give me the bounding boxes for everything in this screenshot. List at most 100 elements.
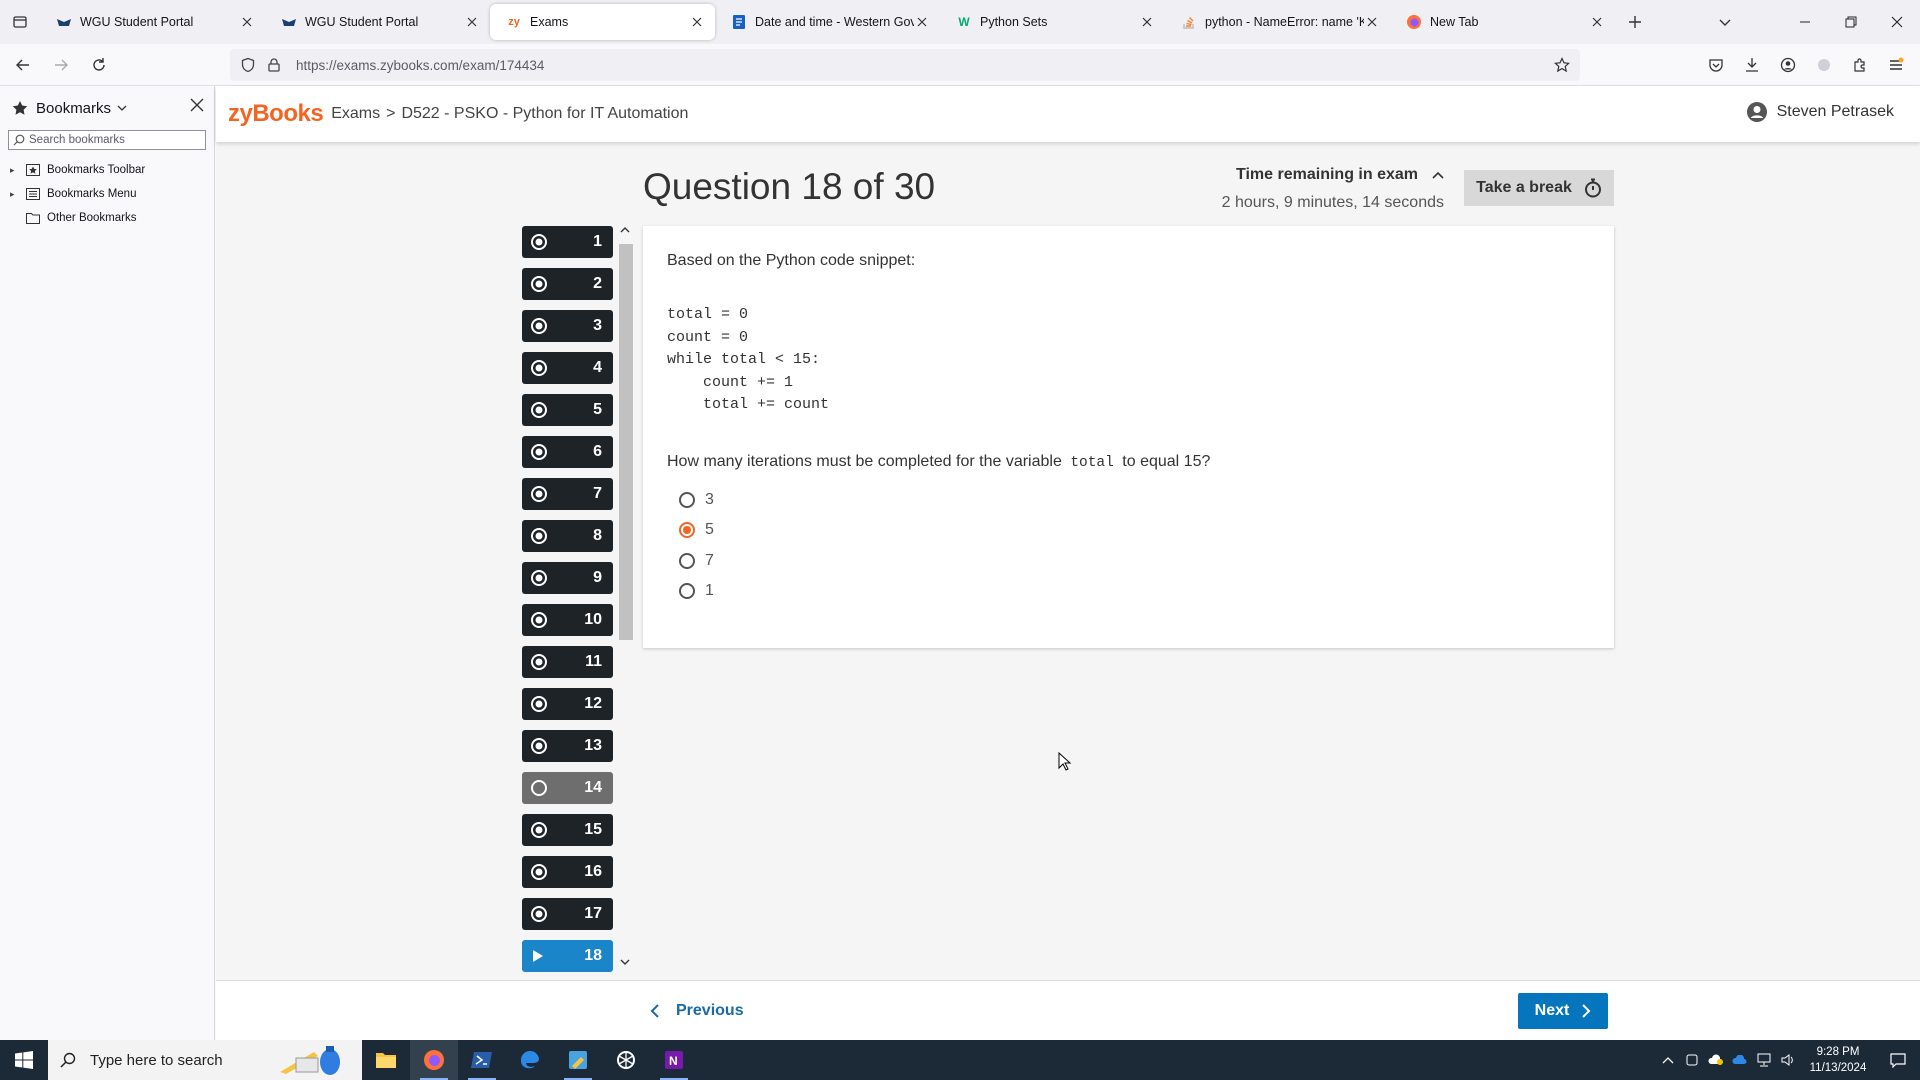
question-nav-button[interactable]: 9 bbox=[522, 562, 613, 594]
extension-button[interactable] bbox=[1806, 47, 1842, 83]
browser-tab[interactable]: zy Exams bbox=[490, 4, 715, 40]
volume-button[interactable] bbox=[1776, 1040, 1800, 1080]
extensions-button[interactable] bbox=[1842, 47, 1878, 83]
time-remaining-label: Time remaining in exam bbox=[1236, 166, 1418, 183]
radio-icon[interactable] bbox=[679, 491, 695, 508]
bookmark-star-icon[interactable] bbox=[1554, 57, 1570, 73]
question-nav-button[interactable]: 15 bbox=[522, 814, 613, 846]
taskbar-app-powershell[interactable] bbox=[458, 1040, 506, 1080]
account-icon bbox=[1780, 57, 1796, 73]
tab-close-button[interactable] bbox=[239, 14, 255, 30]
question-nav-button[interactable]: 1 bbox=[522, 226, 613, 258]
bookmarks-menu-folder[interactable]: ▸ Bookmarks Menu bbox=[0, 182, 214, 206]
action-center-button[interactable] bbox=[1876, 1040, 1920, 1080]
question-nav-button[interactable]: 7 bbox=[522, 478, 613, 510]
show-hidden-icons-button[interactable] bbox=[1656, 1040, 1680, 1080]
tab-close-button[interactable] bbox=[1364, 14, 1380, 30]
address-bar[interactable]: https://exams.zybooks.com/exam/174434 bbox=[230, 49, 1580, 81]
taskbar-app-paint[interactable] bbox=[554, 1040, 602, 1080]
next-button[interactable]: Next bbox=[1518, 993, 1608, 1029]
question-nav-button[interactable]: 12 bbox=[522, 688, 613, 720]
take-a-break-button[interactable]: Take a break bbox=[1464, 170, 1614, 206]
scroll-up-arrow-icon[interactable] bbox=[620, 226, 630, 234]
taskbar-clock[interactable]: 9:28 PM 11/13/2024 bbox=[1800, 1044, 1876, 1076]
taskbar-app-file-explorer[interactable] bbox=[362, 1040, 410, 1080]
radio-icon[interactable] bbox=[679, 583, 695, 600]
tab-close-button[interactable] bbox=[1589, 14, 1605, 30]
question-nav-button[interactable]: 4 bbox=[522, 352, 613, 384]
answer-choice[interactable]: 5 bbox=[667, 515, 1590, 546]
app-menu-button[interactable] bbox=[1878, 47, 1914, 83]
taskbar-search-box[interactable]: Type here to search bbox=[48, 1040, 362, 1080]
browser-tab[interactable]: WGU Student Portal bbox=[40, 4, 265, 40]
answer-choice[interactable]: 7 bbox=[667, 546, 1590, 577]
firefox-icon bbox=[423, 1049, 445, 1071]
expand-arrow-icon[interactable]: ▸ bbox=[10, 165, 26, 176]
bookmarks-search-input[interactable]: Search bookmarks bbox=[8, 130, 206, 150]
taskbar-app-chatgpt[interactable] bbox=[602, 1040, 650, 1080]
start-button[interactable] bbox=[0, 1040, 48, 1080]
browser-tab[interactable]: WGU Student Portal bbox=[265, 4, 490, 40]
browser-tab[interactable]: python - NameError: name 'Key bbox=[1165, 4, 1390, 40]
question-nav-button[interactable]: 16 bbox=[522, 856, 613, 888]
pocket-button[interactable] bbox=[1698, 47, 1734, 83]
tab-close-button[interactable] bbox=[914, 14, 930, 30]
tab-close-button[interactable] bbox=[1139, 14, 1155, 30]
onedrive-button[interactable] bbox=[1728, 1040, 1752, 1080]
tab-close-button[interactable] bbox=[689, 14, 705, 30]
browser-tab[interactable]: W Python Sets bbox=[940, 4, 1165, 40]
browser-tab[interactable]: New Tab bbox=[1390, 4, 1615, 40]
firefox-view-button[interactable] bbox=[0, 0, 40, 44]
onedrive-sync-button[interactable] bbox=[1704, 1040, 1728, 1080]
previous-label: Previous bbox=[676, 1002, 744, 1019]
browser-tab[interactable]: Date and time - Western Gover bbox=[715, 4, 940, 40]
back-button[interactable] bbox=[6, 48, 40, 82]
breadcrumb-course: D522 - PSKO - Python for IT Automation bbox=[401, 105, 689, 122]
question-nav-button[interactable]: 2 bbox=[522, 268, 613, 300]
new-tab-button[interactable] bbox=[1615, 4, 1655, 40]
question-navigator-scrollbar[interactable] bbox=[617, 226, 633, 976]
previous-button[interactable]: Previous bbox=[650, 993, 744, 1029]
question-nav-button[interactable]: 17 bbox=[522, 898, 613, 930]
sidebar-close-button[interactable] bbox=[190, 98, 204, 116]
network-button[interactable] bbox=[1752, 1040, 1776, 1080]
bookmarks-toolbar-folder[interactable]: ▸ Bookmarks Toolbar bbox=[0, 158, 214, 182]
close-window-button[interactable] bbox=[1874, 0, 1920, 44]
minimize-button[interactable] bbox=[1782, 0, 1828, 44]
question-nav-button[interactable]: 3 bbox=[522, 310, 613, 342]
question-nav-button[interactable]: 14 bbox=[522, 772, 613, 804]
question-nav-button[interactable]: 18 bbox=[522, 940, 613, 972]
scrollbar-thumb[interactable] bbox=[619, 244, 633, 640]
question-nav-button[interactable]: 13 bbox=[522, 730, 613, 762]
question-nav-button[interactable]: 5 bbox=[522, 394, 613, 426]
radio-selected-icon[interactable] bbox=[679, 522, 695, 539]
list-all-tabs-button[interactable] bbox=[1702, 0, 1748, 44]
sidebar-header[interactable]: Bookmarks bbox=[0, 86, 214, 130]
answer-choice[interactable]: 3 bbox=[667, 485, 1590, 516]
breadcrumb-exams[interactable]: Exams bbox=[331, 105, 380, 122]
downloads-button[interactable] bbox=[1734, 47, 1770, 83]
other-bookmarks-folder[interactable]: Other Bookmarks bbox=[0, 206, 214, 230]
taskbar-app-edge[interactable] bbox=[506, 1040, 554, 1080]
svg-text:N: N bbox=[669, 1054, 678, 1068]
question-nav-button[interactable]: 10 bbox=[522, 604, 613, 636]
expand-arrow-icon[interactable]: ▸ bbox=[10, 189, 26, 200]
user-menu[interactable]: Steven Petrasek bbox=[1746, 102, 1894, 122]
reload-button[interactable] bbox=[82, 48, 116, 82]
question-nav-button[interactable]: 11 bbox=[522, 646, 613, 678]
time-remaining-toggle[interactable]: Time remaining in exam bbox=[1216, 166, 1444, 184]
zybooks-logo[interactable]: zyBooks bbox=[228, 100, 324, 128]
scroll-down-arrow-icon[interactable] bbox=[620, 958, 630, 966]
radio-icon[interactable] bbox=[679, 552, 695, 569]
w3schools-icon: W bbox=[958, 15, 970, 29]
question-nav-button[interactable]: 8 bbox=[522, 520, 613, 552]
tab-close-button[interactable] bbox=[464, 14, 480, 30]
account-button[interactable] bbox=[1770, 47, 1806, 83]
taskbar-app-onenote[interactable]: N bbox=[650, 1040, 698, 1080]
answer-choice[interactable]: 1 bbox=[667, 576, 1590, 607]
forward-button[interactable] bbox=[44, 48, 78, 82]
question-nav-button[interactable]: 6 bbox=[522, 436, 613, 468]
restore-button[interactable] bbox=[1828, 0, 1874, 44]
meet-now-button[interactable] bbox=[1680, 1040, 1704, 1080]
taskbar-app-firefox[interactable] bbox=[410, 1040, 458, 1080]
